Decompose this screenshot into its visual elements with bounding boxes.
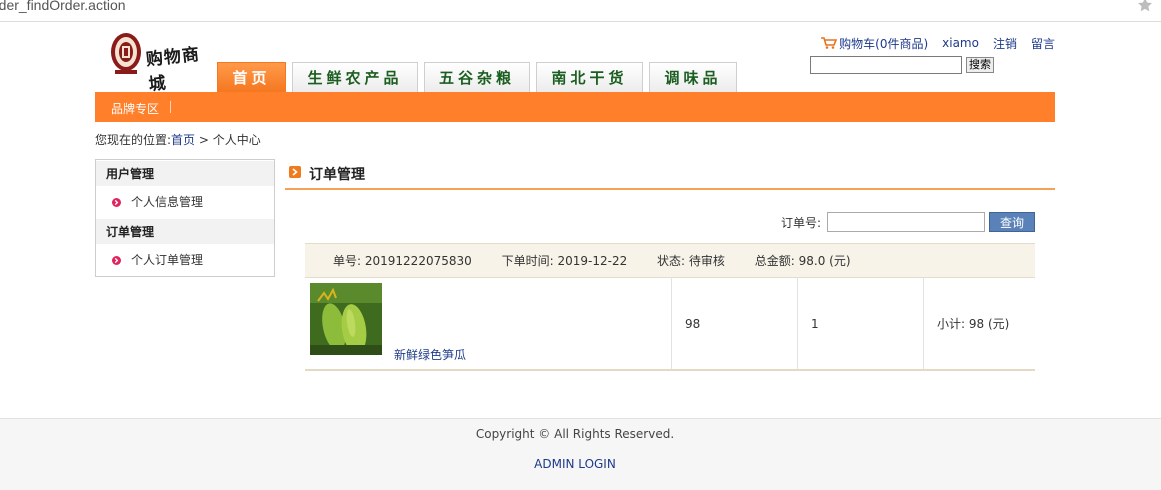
sidebar-item-my-orders[interactable]: 个人订单管理 bbox=[96, 244, 274, 276]
sidebar-item-label: 个人订单管理 bbox=[131, 253, 204, 267]
breadcrumb: 您现在的位置:首页 > 个人中心 bbox=[95, 131, 261, 148]
quantity-cell: 1 bbox=[797, 277, 924, 371]
section-header: 订单管理 bbox=[285, 162, 1055, 190]
tab-dry-goods[interactable]: 南北干货 bbox=[536, 62, 643, 92]
order-number-label: 订单号: bbox=[781, 215, 822, 230]
logo-text: 购物商城 bbox=[145, 44, 201, 96]
username-link[interactable]: xiamo bbox=[942, 36, 979, 50]
product-cell: 新鲜绿色笋瓜 bbox=[305, 277, 672, 371]
order-total: 总金额: 98.0 (元) bbox=[754, 254, 851, 268]
breadcrumb-prefix: 您现在的位置: bbox=[95, 133, 172, 147]
breadcrumb-home-link[interactable]: 首页 bbox=[171, 133, 195, 147]
cart-label: 购物车(0件商品) bbox=[839, 36, 929, 51]
copyright-text: Copyright © All Rights Reserved. bbox=[475, 427, 675, 441]
sidebar-item-label: 个人信息管理 bbox=[131, 195, 204, 209]
search-button[interactable]: 搜索 bbox=[966, 57, 994, 73]
site-logo[interactable]: 购物商城 bbox=[109, 32, 209, 95]
cart-link[interactable]: 购物车(0件商品) bbox=[821, 35, 928, 52]
sidebar-item-profile[interactable]: 个人信息管理 bbox=[96, 186, 274, 218]
product-name-link[interactable]: 新鲜绿色笋瓜 bbox=[394, 346, 466, 363]
bookmark-star-icon[interactable] bbox=[1137, 0, 1153, 13]
brand-zone-link[interactable]: 品牌专区 bbox=[111, 100, 159, 117]
nav-divider bbox=[170, 101, 171, 113]
order-header-row: 单号: 20191222075830 下单时间: 2019-12-22 状态: … bbox=[305, 243, 1035, 278]
pink-arrow-bullet-icon bbox=[112, 255, 121, 265]
order-table: 单号: 20191222075830 下单时间: 2019-12-22 状态: … bbox=[305, 243, 1035, 371]
logout-link[interactable]: 注销 bbox=[993, 35, 1017, 52]
tab-grains[interactable]: 五谷杂粮 bbox=[424, 62, 530, 92]
price-cell: 98 bbox=[671, 277, 798, 371]
breadcrumb-separator: > bbox=[195, 133, 213, 147]
url-text: rder_findOrder.action bbox=[0, 0, 126, 13]
pink-arrow-bullet-icon bbox=[112, 197, 121, 207]
message-link[interactable]: 留言 bbox=[1031, 35, 1055, 52]
sidebar-section-order-mgmt: 订单管理 bbox=[96, 218, 274, 244]
order-search: 订单号: 查询 bbox=[781, 212, 1036, 232]
subtotal-cell: 小计: 98 (元) bbox=[923, 277, 1035, 371]
query-button[interactable]: 查询 bbox=[989, 212, 1036, 232]
admin-login-link[interactable]: ADMIN LOGIN bbox=[534, 457, 616, 471]
logo-seal-icon bbox=[111, 33, 141, 74]
order-status: 状态: 待审核 bbox=[657, 254, 725, 268]
orange-arrow-icon bbox=[289, 166, 301, 178]
breadcrumb-current: 个人中心 bbox=[212, 133, 261, 147]
site-search: 搜索 bbox=[810, 56, 994, 74]
order-number: 单号: 20191222075830 bbox=[333, 254, 472, 268]
footer: Copyright © All Rights Reserved. ADMIN L… bbox=[0, 418, 1161, 490]
browser-address-bar[interactable]: rder_findOrder.action bbox=[0, 0, 1161, 22]
order-number-input[interactable] bbox=[827, 212, 986, 232]
tab-fresh-produce[interactable]: 生鲜农产品 bbox=[292, 62, 418, 92]
tab-home[interactable]: 首页 bbox=[217, 62, 286, 92]
order-time: 下单时间: 2019-12-22 bbox=[501, 254, 628, 268]
search-input[interactable] bbox=[810, 56, 962, 74]
product-image[interactable] bbox=[310, 283, 382, 355]
page-title: 订单管理 bbox=[309, 167, 365, 183]
sidebar-section-user-mgmt: 用户管理 bbox=[96, 160, 274, 186]
user-sidebar: 用户管理 个人信息管理 订单管理 个人订单管理 bbox=[95, 159, 275, 277]
table-row: 新鲜绿色笋瓜 98 1 小计: 98 (元) bbox=[305, 277, 1035, 371]
cart-icon bbox=[821, 37, 838, 49]
tab-seasonings[interactable]: 调味品 bbox=[649, 62, 737, 92]
orange-nav-bar: 品牌专区 bbox=[95, 92, 1055, 122]
category-tabs: 首页 生鲜农产品 五谷杂粮 南北干货 调味品 bbox=[217, 62, 743, 92]
top-user-bar: 购物车(0件商品) xiamo 注销 留言 bbox=[807, 34, 1055, 52]
